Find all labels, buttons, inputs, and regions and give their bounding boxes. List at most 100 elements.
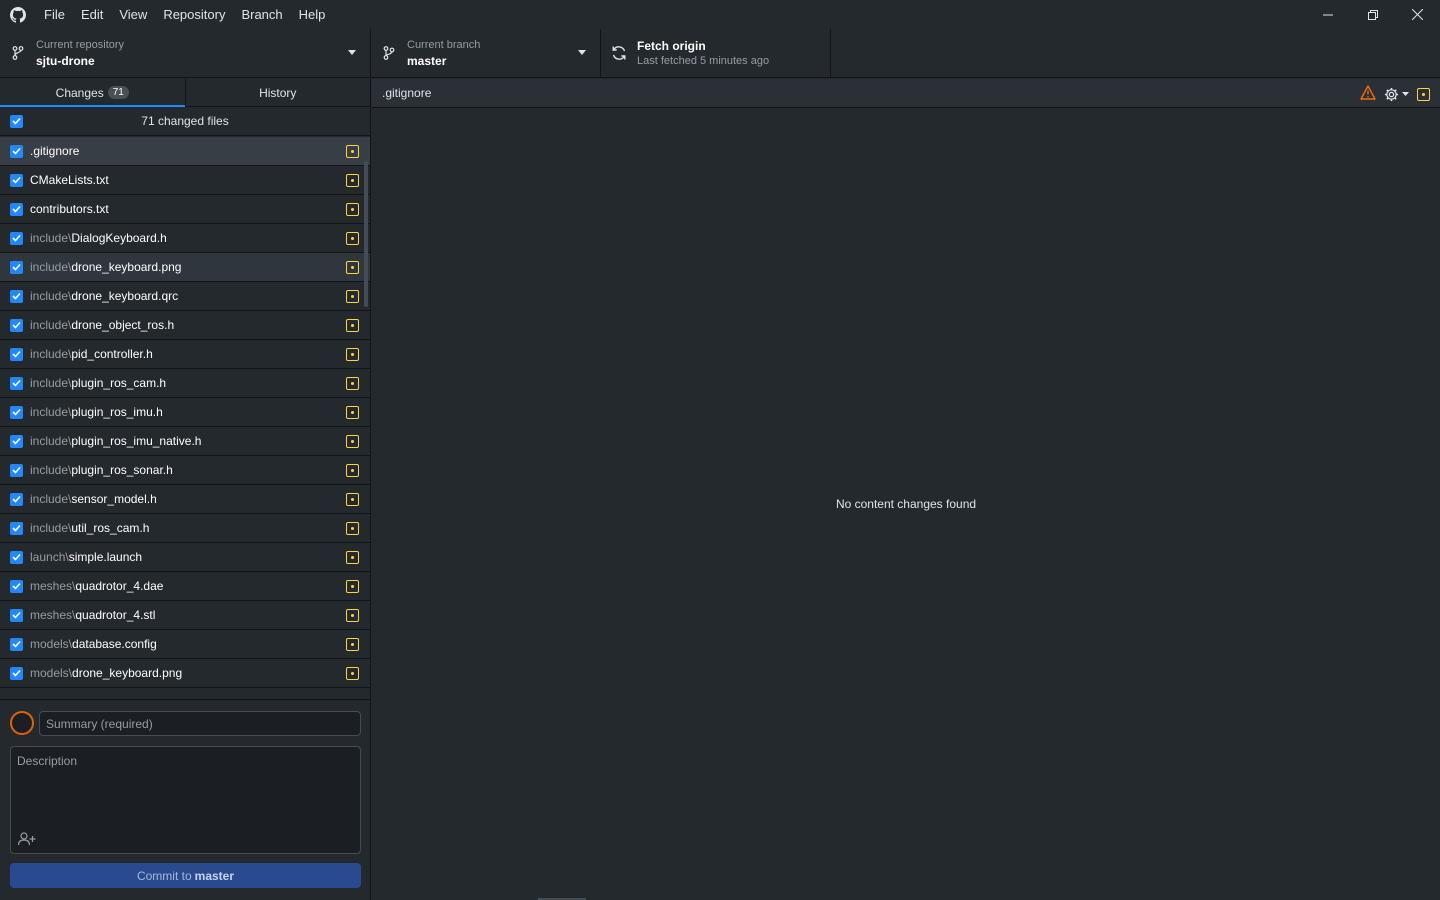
file-checkbox[interactable] [10, 289, 23, 303]
file-path: meshes\quadrotor_4.dae [30, 579, 163, 593]
file-modified-icon [346, 173, 359, 187]
sync-icon [601, 45, 637, 61]
file-path: include\DialogKeyboard.h [30, 231, 167, 245]
file-path: contributors.txt [30, 202, 109, 216]
file-modified-icon [1417, 87, 1430, 101]
file-checkbox[interactable] [10, 550, 23, 564]
avatar [10, 711, 34, 735]
file-row[interactable]: .gitignore [0, 137, 370, 166]
file-modified-icon [346, 666, 359, 680]
minimize-icon[interactable] [1305, 0, 1350, 29]
file-directory: include\ [30, 347, 72, 361]
file-row[interactable]: include\plugin_ros_sonar.h [0, 456, 370, 485]
menu-repository[interactable]: Repository [155, 0, 233, 29]
file-directory: include\ [30, 463, 72, 477]
select-all-checkbox[interactable] [10, 114, 23, 128]
file-directory: include\ [30, 405, 72, 419]
file-checkbox[interactable] [10, 144, 23, 158]
file-checkbox[interactable] [10, 318, 23, 332]
summary-input[interactable] [39, 711, 361, 736]
file-row[interactable]: meshes\quadrotor_4.stl [0, 601, 370, 630]
file-checkbox[interactable] [10, 202, 23, 216]
sidebar-tabs: Changes 71 History [0, 79, 370, 107]
file-row[interactable]: meshes\quadrotor_4.dae [0, 572, 370, 601]
file-path: include\plugin_ros_cam.h [30, 376, 166, 390]
file-row[interactable]: include\sensor_model.h [0, 485, 370, 514]
file-checkbox[interactable] [10, 260, 23, 274]
file-row[interactable]: CMakeLists.txt [0, 166, 370, 195]
file-name: quadrotor_4.stl [75, 608, 156, 622]
file-row[interactable]: include\DialogKeyboard.h [0, 224, 370, 253]
file-directory: include\ [30, 231, 72, 245]
last-fetched-label: Last fetched 5 minutes ago [637, 54, 770, 67]
file-path: models\drone_keyboard.png [30, 666, 182, 680]
file-path: meshes\quadrotor_4.stl [30, 608, 155, 622]
file-row[interactable]: include\pid_controller.h [0, 340, 370, 369]
fetch-origin-button[interactable]: Fetch origin Last fetched 5 minutes ago [601, 29, 831, 77]
tab-changes[interactable]: Changes 71 [0, 79, 185, 107]
file-row[interactable]: models\drone_keyboard.png [0, 659, 370, 688]
file-name: sensor_model.h [71, 492, 157, 506]
menu-help[interactable]: Help [291, 0, 334, 29]
file-row[interactable]: include\plugin_ros_imu.h [0, 398, 370, 427]
file-directory: meshes\ [30, 579, 76, 593]
file-modified-icon [346, 434, 359, 448]
warning-icon[interactable] [1360, 85, 1376, 103]
file-checkbox[interactable] [10, 376, 23, 390]
description-input[interactable] [11, 747, 360, 827]
restore-icon[interactable] [1350, 0, 1395, 29]
menu-branch[interactable]: Branch [233, 0, 290, 29]
file-modified-icon [346, 521, 359, 535]
file-directory: include\ [30, 521, 72, 535]
file-checkbox[interactable] [10, 463, 23, 477]
tab-history[interactable]: History [184, 79, 371, 106]
file-checkbox[interactable] [10, 434, 23, 448]
file-checkbox[interactable] [10, 579, 23, 593]
file-row[interactable]: models\database.config [0, 630, 370, 659]
add-coauthor-icon[interactable] [17, 831, 37, 847]
file-path: include\plugin_ros_imu_native.h [30, 434, 201, 448]
commit-button-branch: master [194, 868, 235, 883]
file-row[interactable]: contributors.txt [0, 195, 370, 224]
file-list-scrollbar[interactable] [364, 161, 368, 307]
file-directory: include\ [30, 376, 72, 390]
file-checkbox[interactable] [10, 608, 23, 622]
file-directory: meshes\ [30, 608, 76, 622]
file-modified-icon [346, 637, 359, 651]
file-modified-icon [346, 550, 359, 564]
close-icon[interactable] [1395, 0, 1440, 29]
file-checkbox[interactable] [10, 521, 23, 535]
menu-file[interactable]: File [36, 0, 73, 29]
menu-edit[interactable]: Edit [73, 0, 111, 29]
file-row[interactable]: include\util_ros_cam.h [0, 514, 370, 543]
file-row[interactable]: include\plugin_ros_cam.h [0, 369, 370, 398]
file-directory: models\ [30, 666, 73, 680]
file-path: .gitignore [30, 144, 79, 158]
sidebar: Changes 71 History 71 changed files .git… [0, 79, 371, 900]
file-checkbox[interactable] [10, 405, 23, 419]
file-name: plugin_ros_sonar.h [71, 463, 173, 477]
file-checkbox[interactable] [10, 637, 23, 651]
file-modified-icon [346, 144, 359, 158]
file-name: drone_keyboard.png [72, 666, 183, 680]
menu-view[interactable]: View [111, 0, 155, 29]
file-checkbox[interactable] [10, 231, 23, 245]
file-checkbox[interactable] [10, 492, 23, 506]
file-path: include\pid_controller.h [30, 347, 153, 361]
file-row[interactable]: include\plugin_ros_imu_native.h [0, 427, 370, 456]
github-logo-icon [0, 0, 36, 29]
commit-button[interactable]: Commit to master [10, 863, 361, 888]
current-repository-button[interactable]: Current repository sjtu-drone [0, 29, 371, 77]
file-modified-icon [346, 231, 359, 245]
gear-icon[interactable] [1384, 87, 1409, 102]
file-checkbox[interactable] [10, 666, 23, 680]
file-modified-icon [346, 289, 359, 303]
current-branch-button[interactable]: Current branch master [371, 29, 601, 77]
file-name: drone_keyboard.qrc [71, 289, 179, 303]
file-row[interactable]: include\drone_keyboard.png [0, 253, 370, 282]
file-row[interactable]: include\drone_object_ros.h [0, 311, 370, 340]
file-row[interactable]: launch\simple.launch [0, 543, 370, 572]
file-checkbox[interactable] [10, 347, 23, 361]
file-checkbox[interactable] [10, 173, 23, 187]
file-row[interactable]: include\drone_keyboard.qrc [0, 282, 370, 311]
